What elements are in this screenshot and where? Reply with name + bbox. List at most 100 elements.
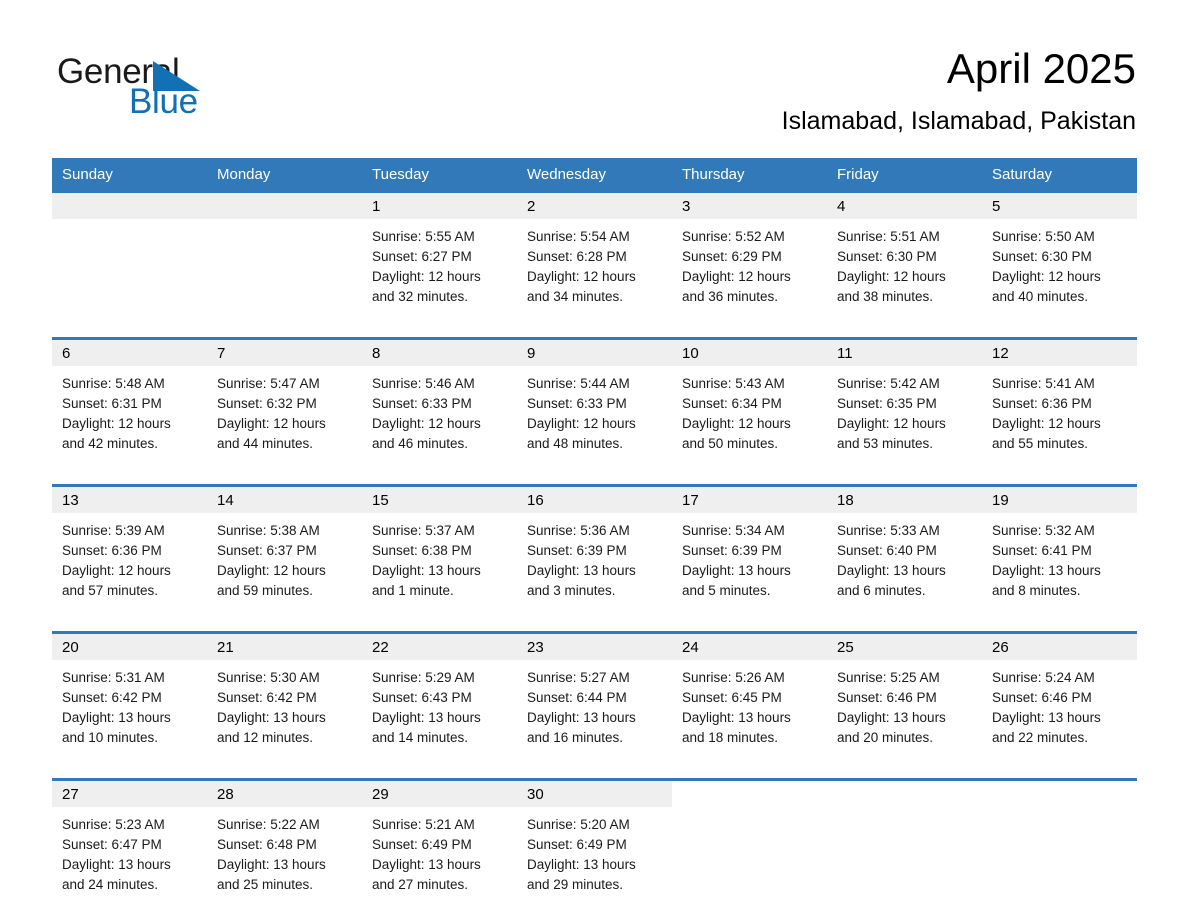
week-gap — [52, 621, 1137, 631]
calendar-day-cell[interactable]: 10 Sunrise: 5:43 AM Sunset: 6:34 PM Dayligh… — [672, 340, 827, 474]
calendar-day-cell[interactable]: 15 Sunrise: 5:37 AM Sunset: 6:38 PM Dayligh… — [362, 487, 517, 621]
day-detail-line: Sunset: 6:31 PM — [62, 396, 162, 411]
day-detail-line: Sunset: 6:29 PM — [682, 249, 782, 264]
day-detail-line: Daylight: 13 hours — [837, 563, 946, 578]
calendar-day-cell[interactable]: 18 Sunrise: 5:33 AM Sunset: 6:40 PM Dayligh… — [827, 487, 982, 621]
day-detail-line: and 27 minutes. — [372, 877, 469, 892]
calendar-day-cell[interactable]: 7 Sunrise: 5:47 AM Sunset: 6:32 PM Daylight… — [207, 340, 362, 474]
day-number: 17 — [672, 487, 827, 513]
calendar-day-cell — [52, 193, 207, 327]
day-detail-line: Sunset: 6:37 PM — [217, 543, 317, 558]
day-number: 21 — [207, 634, 362, 660]
calendar-day-cell[interactable]: 9 Sunrise: 5:44 AM Sunset: 6:33 PM Daylight… — [517, 340, 672, 474]
day-detail-line: Sunset: 6:41 PM — [992, 543, 1092, 558]
day-detail-line: Sunrise: 5:39 AM — [62, 523, 165, 538]
day-number — [672, 781, 827, 807]
day-detail-line: and 53 minutes. — [837, 436, 934, 451]
day-number: 7 — [207, 340, 362, 366]
day-detail-line: Daylight: 12 hours — [372, 416, 481, 431]
day-detail-line: Sunset: 6:34 PM — [682, 396, 782, 411]
day-number: 28 — [207, 781, 362, 807]
day-detail-line: Sunrise: 5:21 AM — [372, 817, 475, 832]
day-number: 22 — [362, 634, 517, 660]
day-number: 11 — [827, 340, 982, 366]
calendar-day-cell[interactable]: 8 Sunrise: 5:46 AM Sunset: 6:33 PM Daylight… — [362, 340, 517, 474]
day-detail-line: Sunset: 6:39 PM — [682, 543, 782, 558]
calendar-day-cell[interactable]: 3 Sunrise: 5:52 AM Sunset: 6:29 PM Daylight… — [672, 193, 827, 327]
calendar-day-cell[interactable]: 21 Sunrise: 5:30 AM Sunset: 6:42 PM Dayligh… — [207, 634, 362, 768]
calendar-day-cell[interactable]: 4 Sunrise: 5:51 AM Sunset: 6:30 PM Daylight… — [827, 193, 982, 327]
weekday-header-wednesday: Wednesday — [517, 158, 672, 193]
day-detail-line: Sunrise: 5:44 AM — [527, 376, 630, 391]
day-number: 3 — [672, 193, 827, 219]
week-gap — [52, 474, 1137, 484]
day-detail-line: Sunrise: 5:24 AM — [992, 670, 1095, 685]
calendar-day-cell[interactable]: 19 Sunrise: 5:32 AM Sunset: 6:41 PM Dayligh… — [982, 487, 1137, 621]
page-subtitle: Islamabad, Islamabad, Pakistan — [781, 107, 1136, 135]
day-detail-line: Sunrise: 5:37 AM — [372, 523, 475, 538]
calendar-week-row: 6 Sunrise: 5:48 AM Sunset: 6:31 PM Daylight… — [52, 340, 1137, 474]
calendar-day-cell[interactable]: 12 Sunrise: 5:41 AM Sunset: 6:36 PM Dayligh… — [982, 340, 1137, 474]
day-detail-line: Sunrise: 5:41 AM — [992, 376, 1095, 391]
day-detail-line: Sunrise: 5:36 AM — [527, 523, 630, 538]
day-details: Sunrise: 5:22 AM Sunset: 6:48 PM Daylight:… — [207, 807, 362, 895]
day-number: 29 — [362, 781, 517, 807]
day-detail-line: and 46 minutes. — [372, 436, 469, 451]
day-number: 10 — [672, 340, 827, 366]
day-detail-line: and 6 minutes. — [837, 583, 926, 598]
calendar-week-row: 13 Sunrise: 5:39 AM Sunset: 6:36 PM Dayligh… — [52, 487, 1137, 621]
day-detail-line: Sunrise: 5:52 AM — [682, 229, 785, 244]
day-detail-line: Daylight: 13 hours — [372, 563, 481, 578]
day-details: Sunrise: 5:37 AM Sunset: 6:38 PM Daylight:… — [362, 513, 517, 601]
calendar-day-cell[interactable]: 29 Sunrise: 5:21 AM Sunset: 6:49 PM Dayligh… — [362, 781, 517, 915]
day-number: 27 — [52, 781, 207, 807]
title-block: April 2025 Islamabad, Islamabad, Pakista… — [782, 44, 1136, 136]
day-details: Sunrise: 5:44 AM Sunset: 6:33 PM Daylight:… — [517, 366, 672, 454]
calendar-day-cell[interactable]: 28 Sunrise: 5:22 AM Sunset: 6:48 PM Dayligh… — [207, 781, 362, 915]
calendar-day-cell[interactable]: 5 Sunrise: 5:50 AM Sunset: 6:30 PM Daylight… — [982, 193, 1137, 327]
day-number: 8 — [362, 340, 517, 366]
calendar-day-cell[interactable]: 2 Sunrise: 5:54 AM Sunset: 6:28 PM Daylight… — [517, 193, 672, 327]
calendar-day-cell[interactable]: 17 Sunrise: 5:34 AM Sunset: 6:39 PM Dayligh… — [672, 487, 827, 621]
calendar-day-cell[interactable]: 23 Sunrise: 5:27 AM Sunset: 6:44 PM Dayligh… — [517, 634, 672, 768]
day-number: 20 — [52, 634, 207, 660]
day-detail-line: Daylight: 12 hours — [992, 416, 1101, 431]
calendar-day-cell[interactable]: 22 Sunrise: 5:29 AM Sunset: 6:43 PM Dayligh… — [362, 634, 517, 768]
calendar-day-cell[interactable]: 13 Sunrise: 5:39 AM Sunset: 6:36 PM Dayligh… — [52, 487, 207, 621]
general-blue-logo[interactable]: General Blue — [57, 52, 317, 121]
calendar-day-cell[interactable]: 16 Sunrise: 5:36 AM Sunset: 6:39 PM Dayligh… — [517, 487, 672, 621]
day-detail-line: and 57 minutes. — [62, 583, 159, 598]
calendar-table: Sunday Monday Tuesday Wednesday Thursday… — [52, 158, 1137, 915]
day-details: Sunrise: 5:27 AM Sunset: 6:44 PM Daylight:… — [517, 660, 672, 748]
day-details: Sunrise: 5:46 AM Sunset: 6:33 PM Daylight:… — [362, 366, 517, 454]
day-detail-line: and 12 minutes. — [217, 730, 314, 745]
weekday-header-friday: Friday — [827, 158, 982, 193]
day-number: 18 — [827, 487, 982, 513]
day-number: 2 — [517, 193, 672, 219]
calendar-day-cell[interactable]: 30 Sunrise: 5:20 AM Sunset: 6:49 PM Dayligh… — [517, 781, 672, 915]
day-detail-line: and 20 minutes. — [837, 730, 934, 745]
day-detail-line: and 22 minutes. — [992, 730, 1089, 745]
day-detail-line: Sunrise: 5:47 AM — [217, 376, 320, 391]
day-detail-line: Sunset: 6:45 PM — [682, 690, 782, 705]
calendar-day-cell[interactable]: 11 Sunrise: 5:42 AM Sunset: 6:35 PM Dayligh… — [827, 340, 982, 474]
day-detail-line: Sunrise: 5:22 AM — [217, 817, 320, 832]
calendar-day-cell[interactable]: 1 Sunrise: 5:55 AM Sunset: 6:27 PM Daylight… — [362, 193, 517, 327]
day-details: Sunrise: 5:23 AM Sunset: 6:47 PM Daylight:… — [52, 807, 207, 895]
calendar-day-cell[interactable]: 27 Sunrise: 5:23 AM Sunset: 6:47 PM Dayligh… — [52, 781, 207, 915]
day-number: 13 — [52, 487, 207, 513]
calendar-day-cell[interactable]: 14 Sunrise: 5:38 AM Sunset: 6:37 PM Dayligh… — [207, 487, 362, 621]
day-detail-line: Sunrise: 5:55 AM — [372, 229, 475, 244]
day-details: Sunrise: 5:55 AM Sunset: 6:27 PM Daylight:… — [362, 219, 517, 307]
calendar-week-row: 27 Sunrise: 5:23 AM Sunset: 6:47 PM Dayligh… — [52, 781, 1137, 915]
calendar-day-cell[interactable]: 6 Sunrise: 5:48 AM Sunset: 6:31 PM Daylight… — [52, 340, 207, 474]
calendar-day-cell[interactable]: 26 Sunrise: 5:24 AM Sunset: 6:46 PM Dayligh… — [982, 634, 1137, 768]
week-gap-cell — [52, 474, 1137, 484]
calendar-day-cell[interactable]: 25 Sunrise: 5:25 AM Sunset: 6:46 PM Dayligh… — [827, 634, 982, 768]
calendar-day-cell[interactable]: 20 Sunrise: 5:31 AM Sunset: 6:42 PM Dayligh… — [52, 634, 207, 768]
day-detail-line: Sunset: 6:32 PM — [217, 396, 317, 411]
page-header: General Blue April 2025 Islamabad, Islam… — [0, 0, 1188, 155]
day-number: 6 — [52, 340, 207, 366]
day-detail-line: Daylight: 12 hours — [372, 269, 481, 284]
calendar-day-cell[interactable]: 24 Sunrise: 5:26 AM Sunset: 6:45 PM Dayligh… — [672, 634, 827, 768]
